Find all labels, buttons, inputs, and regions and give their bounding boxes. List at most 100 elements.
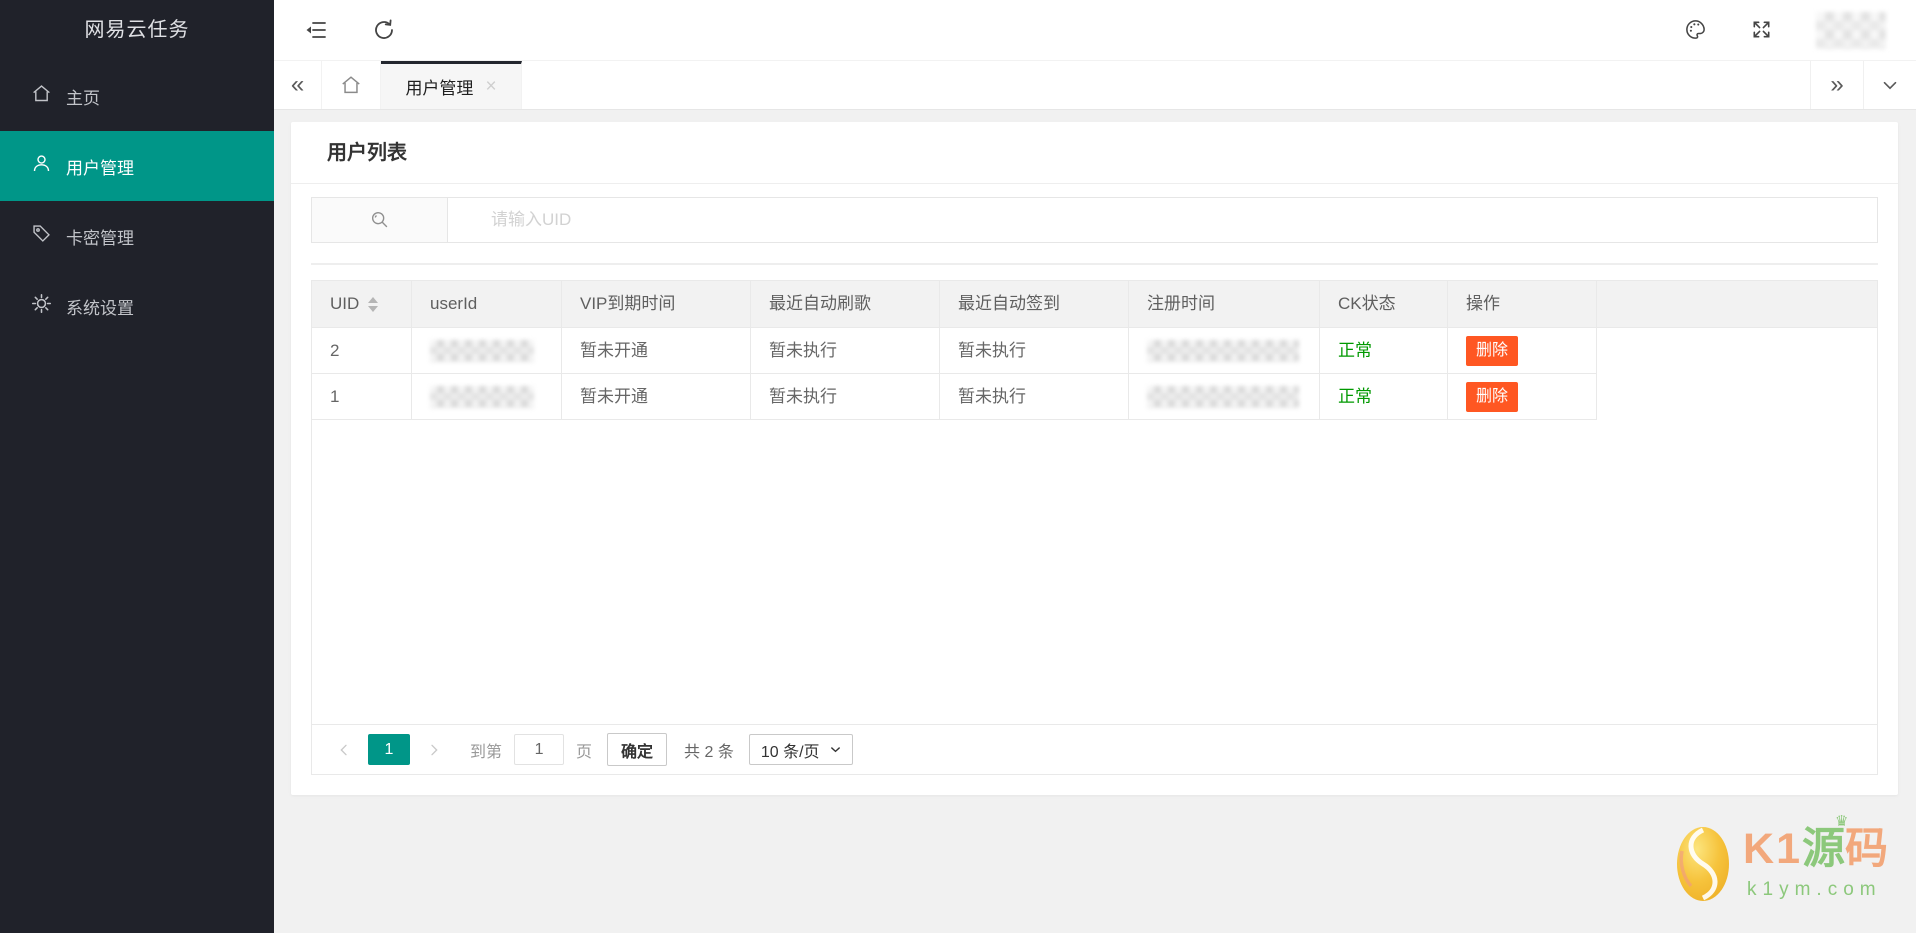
- cell-actions: 删除: [1448, 374, 1597, 420]
- cell-vip-expire: 暂未开通: [562, 328, 751, 374]
- cell-actions: 删除: [1448, 328, 1597, 374]
- refresh-icon[interactable]: [372, 18, 396, 42]
- confirm-page-button[interactable]: 确定: [607, 733, 668, 766]
- goto-page-label: 到第: [470, 743, 503, 761]
- sort-icon[interactable]: [368, 292, 379, 317]
- user-list-card: 用户列表 UID: [291, 122, 1898, 795]
- prev-page-icon[interactable]: [336, 742, 352, 758]
- goto-page-input[interactable]: [514, 734, 565, 765]
- delete-button[interactable]: 删除: [1466, 381, 1519, 412]
- cell-uid: 1: [312, 374, 412, 420]
- watermark-domain: k1ym.com: [1747, 878, 1882, 900]
- close-icon[interactable]: ×: [485, 77, 496, 96]
- collapse-menu-icon[interactable]: [304, 18, 328, 42]
- delete-button[interactable]: 删除: [1466, 335, 1519, 366]
- cell-uid: 2: [312, 328, 412, 374]
- page-size-select[interactable]: 10 条/页: [748, 734, 853, 765]
- cell-userid: [412, 374, 562, 420]
- sidebar-item-settings[interactable]: 系统设置: [0, 271, 274, 341]
- search-box: [311, 197, 1878, 243]
- chevron-down-icon: [830, 747, 840, 753]
- content-area: 用户列表 UID: [274, 110, 1916, 933]
- column-header-ck-status: CK状态: [1320, 281, 1448, 327]
- tab-label: 用户管理: [405, 79, 474, 98]
- column-header-empty: [1597, 281, 1877, 327]
- cell-last-sign: 暂未执行: [940, 374, 1129, 420]
- fullscreen-icon[interactable]: [1750, 18, 1774, 42]
- page-size-value: 10 条/页: [760, 743, 820, 761]
- table-row: 1 暂未开通 暂未执行 暂未执行 正常 删除: [312, 374, 1877, 420]
- page-title: 用户列表: [291, 122, 1898, 184]
- sidebar-menu: 主页 用户管理 卡密管理 系统设置: [0, 61, 274, 341]
- watermark-k1: K1: [1743, 825, 1802, 874]
- ck-status-badge: 正常: [1320, 328, 1448, 374]
- redacted-register-time: [1147, 385, 1299, 408]
- sidebar-item-label: 主页: [66, 88, 100, 108]
- cell-last-sign: 暂未执行: [940, 328, 1129, 374]
- column-header-vip-expire: VIP到期时间: [562, 281, 751, 327]
- tabbar: « 用户管理 × »: [274, 61, 1916, 110]
- sidebar: 网易云任务 主页 用户管理 卡密管理 系统设置: [0, 0, 274, 933]
- page-unit-label: 页: [576, 743, 593, 761]
- app-title: 网易云任务: [84, 19, 190, 41]
- tag-icon: [31, 223, 66, 249]
- cell-empty: [1597, 374, 1877, 420]
- tabs-dropdown-icon[interactable]: [1863, 61, 1916, 109]
- pagination-bar: 1 到第 页 确定 共 2 条 10 条/页: [312, 724, 1877, 774]
- tab-user-management[interactable]: 用户管理 ×: [381, 61, 522, 109]
- main-area: « 用户管理 × » 用户列表 请输入UID UID userId VIP到期时…: [274, 0, 1916, 933]
- ck-status-badge: 正常: [1320, 374, 1448, 420]
- user-table: UID userId VIP到期时间 最近自动刷歌 最近自动签到 注册时间 CK…: [311, 280, 1878, 775]
- home-icon: [31, 83, 66, 109]
- next-page-icon[interactable]: [426, 742, 442, 758]
- tabs-scroll-left-icon[interactable]: «: [274, 61, 322, 109]
- cell-vip-expire: 暂未开通: [562, 374, 751, 420]
- table-empty-space: [312, 420, 1877, 724]
- cell-register-time: [1129, 374, 1320, 420]
- column-header-userid: userId: [412, 281, 562, 327]
- sidebar-item-label: 卡密管理: [66, 228, 134, 248]
- gear-icon: [31, 293, 66, 319]
- watermark-title: ♛ K1源码: [1743, 814, 1888, 874]
- redacted-register-time: [1147, 339, 1299, 362]
- table-row: 2 暂未开通 暂未执行 暂未执行 正常 删除: [312, 328, 1877, 374]
- home-icon: [342, 76, 360, 94]
- cell-last-song: 暂未执行: [751, 374, 940, 420]
- column-header-last-song: 最近自动刷歌: [751, 281, 940, 327]
- palette-icon[interactable]: [1684, 18, 1708, 42]
- sidebar-item-label: 用户管理: [66, 158, 134, 178]
- redacted-userid: [430, 339, 534, 362]
- tabbar-spacer: [522, 61, 1810, 109]
- total-count-label: 共 2 条: [684, 743, 734, 761]
- k1ym-logo-icon: [1677, 827, 1730, 901]
- tab-home[interactable]: [322, 61, 381, 109]
- sidebar-item-label: 系统设置: [66, 298, 134, 318]
- topbar: [274, 0, 1916, 61]
- cell-last-song: 暂未执行: [751, 328, 940, 374]
- card-body: UID userId VIP到期时间 最近自动刷歌 最近自动签到 注册时间 CK…: [291, 184, 1898, 795]
- user-icon: [31, 153, 66, 179]
- cell-empty: [1597, 328, 1877, 374]
- app-window: 网易云任务 主页 用户管理 卡密管理 系统设置 « 用户管理 × » 用户列表 …: [0, 0, 1916, 933]
- column-header-actions: 操作: [1448, 281, 1597, 327]
- tabs-scroll-right-icon[interactable]: »: [1810, 61, 1863, 109]
- search-input[interactable]: [448, 198, 1877, 242]
- search-icon: [371, 211, 387, 228]
- username-redacted[interactable]: [1816, 11, 1886, 49]
- watermark-yuan: 源: [1802, 825, 1845, 874]
- column-header-last-sign: 最近自动签到: [940, 281, 1129, 327]
- column-header-register-time: 注册时间: [1129, 281, 1320, 327]
- column-header-uid[interactable]: UID: [312, 281, 412, 327]
- cell-register-time: [1129, 328, 1320, 374]
- crown-icon: ♛: [1835, 813, 1849, 831]
- current-page-button[interactable]: 1: [368, 734, 410, 765]
- search-icon-segment: [312, 198, 448, 242]
- sidebar-item-users[interactable]: 用户管理: [0, 131, 274, 201]
- divider: [311, 263, 1878, 265]
- chevron-down-icon: [1883, 81, 1897, 90]
- redacted-userid: [430, 385, 534, 408]
- sidebar-item-home[interactable]: 主页: [0, 61, 274, 131]
- sidebar-item-cards[interactable]: 卡密管理: [0, 201, 274, 271]
- watermark-ma: 码: [1845, 825, 1888, 874]
- watermark-text: ♛ K1源码 k1ym.com: [1743, 814, 1888, 900]
